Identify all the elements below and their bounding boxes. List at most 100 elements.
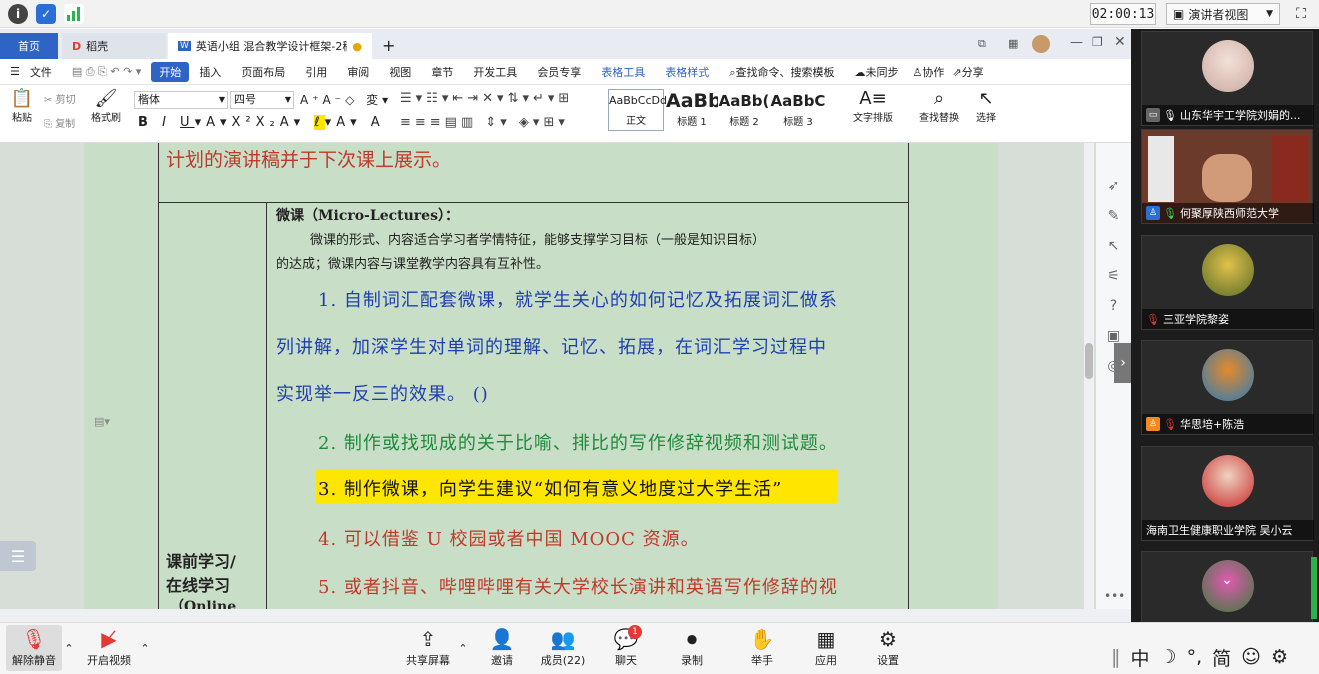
collab-button[interactable]: ♙协作 [908,64,948,80]
cut-label: 剪切 [55,95,76,106]
menu-member[interactable]: 会员专享 [527,64,591,80]
style-heading2-preview: AaBb( [718,92,770,110]
vertical-scrollbar[interactable] [1084,143,1094,609]
style-heading1[interactable]: AaBb 标题 1 [666,89,718,131]
menu-table-style[interactable]: 表格样式 [655,64,719,80]
menu-table-tools[interactable]: 表格工具 [591,64,655,80]
select-button[interactable]: ↖ 选择 [968,89,1004,125]
participant-card[interactable]: 海南卫生健康职业学院 吴小云 [1141,446,1314,541]
hamburger-icon[interactable]: ☰ [0,65,30,78]
menu-devtools[interactable]: 开发工具 [463,64,527,80]
ime-handle-icon[interactable]: ‖ [1111,646,1121,668]
participant-card[interactable]: ♙ 🎙 何聚厚陕西师范大学 [1141,129,1314,224]
person-icon: ♙ [1146,206,1160,220]
copy-button[interactable]: ⎘ 复制 [44,115,75,130]
participants-panel: ▭ 🎙 山东华宇工学院刘娟的... ♙ 🎙 何聚厚陕西师范大学 🎙 三亚学院黎姿 ♙ 🎙 华思… [1131,29,1319,622]
fullscreen-icon[interactable]: ⛶ [1290,3,1312,25]
close-icon[interactable]: ✕ [1114,34,1126,50]
pen-icon[interactable]: ✎ [1096,201,1131,231]
find-replace-button[interactable]: ⌕ 查找替换 [912,89,966,125]
ime-lang[interactable]: 中 [1131,644,1150,671]
sliders-icon[interactable]: ⚟ [1096,261,1131,291]
gear-icon[interactable]: ⚙ [1271,646,1288,668]
apps-grid-icon[interactable]: ▦ [1008,37,1018,50]
panel-scrollbar[interactable] [1311,557,1317,619]
font-family-select[interactable]: 楷体 ▼ [134,91,228,109]
punctuation-icon[interactable]: °, [1187,646,1203,668]
font-size-select[interactable]: 四号 ▼ [230,91,294,109]
new-tab-icon[interactable]: + [382,36,395,55]
menu-review[interactable]: 审阅 [337,64,379,80]
menu-chapter[interactable]: 章节 [421,64,463,80]
text-layout-button[interactable]: A≡ 文字排版 [848,89,898,125]
document-page[interactable]: 计划的演讲稿并于下次课上展示。 课前学习/ 在线学习 （Online 微课（Mi… [84,143,998,615]
unmute-button[interactable]: 🎙 解除静音 [6,625,62,671]
collapse-panel-chevron-icon[interactable]: › [1114,343,1131,383]
raise-hand-button[interactable]: ✋ 举手 [740,625,784,671]
style-normal[interactable]: AaBbCcDd 正文 [608,89,667,131]
members-button[interactable]: 👥 成员(22) [538,625,588,671]
outline-toggle-icon[interactable]: ☰ [0,541,36,571]
chevron-up-icon[interactable]: ⌃ [138,625,152,671]
participant-card[interactable]: ⌄ [1141,551,1313,622]
rocket-icon[interactable]: ➶ [1096,171,1131,201]
restore-icon[interactable]: ❐ [1092,35,1103,49]
tab-document[interactable]: W 英语小组 混合教学设计框架-2稿 ● [168,33,372,59]
font-tools-row2[interactable]: B I U▾A▾X²X₂A▾ ℓ▾A▾ A [138,115,385,130]
signal-bars-icon[interactable] [64,4,84,24]
cut-button[interactable]: ✂ 剪切 [44,91,76,106]
format-painter-button[interactable]: 🖌 格式刷 [90,89,122,125]
tab-home[interactable]: 首页 [0,33,58,59]
menu-insert[interactable]: 插入 [189,64,231,80]
paragraph-tools-row2[interactable]: ≡≡≡▤▥ ⇕▾ ◈▾⊞▾ [400,115,569,130]
text-layout-label: 文字排版 [853,113,893,124]
share-button[interactable]: ⇗分享 [948,64,987,80]
chevron-down-icon[interactable]: ⌄ [1212,572,1242,594]
invite-button[interactable]: 👤 邀请 [480,625,524,671]
user-avatar[interactable] [1032,35,1050,53]
emoji-icon[interactable]: ☺ [1241,646,1261,668]
search-command[interactable]: ⌕查找命令、搜索模板 [719,64,844,80]
sync-status[interactable]: ☁未同步 [844,64,908,80]
participant-card[interactable]: 🎙 三亚学院黎姿 [1141,235,1314,330]
tab-daoke[interactable]: D 稻壳 [62,33,166,59]
menu-reference[interactable]: 引用 [295,64,337,80]
speaker-view-dropdown[interactable]: ▣ 演讲者视图 ▼ [1166,3,1280,25]
ime-mode[interactable]: 简 [1212,644,1231,671]
more-icon[interactable]: ••• [1104,589,1125,603]
start-video-label: 开启视频 [87,654,131,667]
window-layout-icon[interactable]: ⧉ [978,37,986,51]
share-screen-button[interactable]: ⇪ 共享屏幕 [402,625,454,671]
scrollbar-thumb[interactable] [1085,343,1093,379]
security-shield-icon[interactable]: ✓ [36,4,56,24]
paragraph-tools-row1[interactable]: ☰▾☷▾⇤⇥✕▾⇅▾↵▾⊞ [400,91,573,106]
record-button[interactable]: ⏺ 录制 [670,625,714,671]
menu-layout[interactable]: 页面布局 [231,64,295,80]
style-heading2[interactable]: AaBb(标题 2 [718,89,770,131]
paste-button[interactable]: 📋 粘贴 [8,89,36,125]
menu-start[interactable]: 开始 [151,61,190,82]
chevron-up-icon[interactable]: ⌃ [62,625,76,671]
apps-button[interactable]: ▦ 应用 [804,625,848,671]
menu-file[interactable]: 文件 [30,64,62,80]
participant-card[interactable]: ♙ 🎙 华思培+陈浩 [1141,340,1314,435]
minimize-icon[interactable]: — [1070,35,1083,50]
mic-active-icon: 🎙 [1163,206,1177,220]
left-cell-line1: 课前学习/ [166,552,236,571]
help-icon[interactable]: ? [1096,291,1131,321]
info-icon[interactable]: i [8,4,28,24]
start-video-button[interactable]: ▶̸ 开启视频 [82,625,136,671]
menu-view[interactable]: 视图 [379,64,421,80]
record-icon: ⏺ [687,627,697,651]
participant-card[interactable]: ▭ 🎙 山东华宇工学院刘娟的... [1141,31,1314,126]
settings-button[interactable]: ⚙ 设置 [866,625,910,671]
chevron-up-icon[interactable]: ⌃ [456,625,470,671]
paragraph-marker-icon[interactable]: ▤▾ [94,415,110,428]
moon-icon[interactable]: ☽ [1160,646,1177,668]
pointer-icon[interactable]: ↖ [1096,231,1131,261]
item1-line2: 列讲解，加深学生对单词的理解、记忆、拓展，在词汇学习过程中 [276,337,827,358]
font-tools-row1[interactable]: A⁺A⁻◇ 変▾ [300,91,392,108]
quick-access-icons[interactable]: ▤ ⎙ ⎘ ↶ ↷ ▾ [62,65,151,79]
style-heading3[interactable]: AaBbC 标题 3 [770,89,826,131]
share-icon: ⇗ [952,65,962,79]
